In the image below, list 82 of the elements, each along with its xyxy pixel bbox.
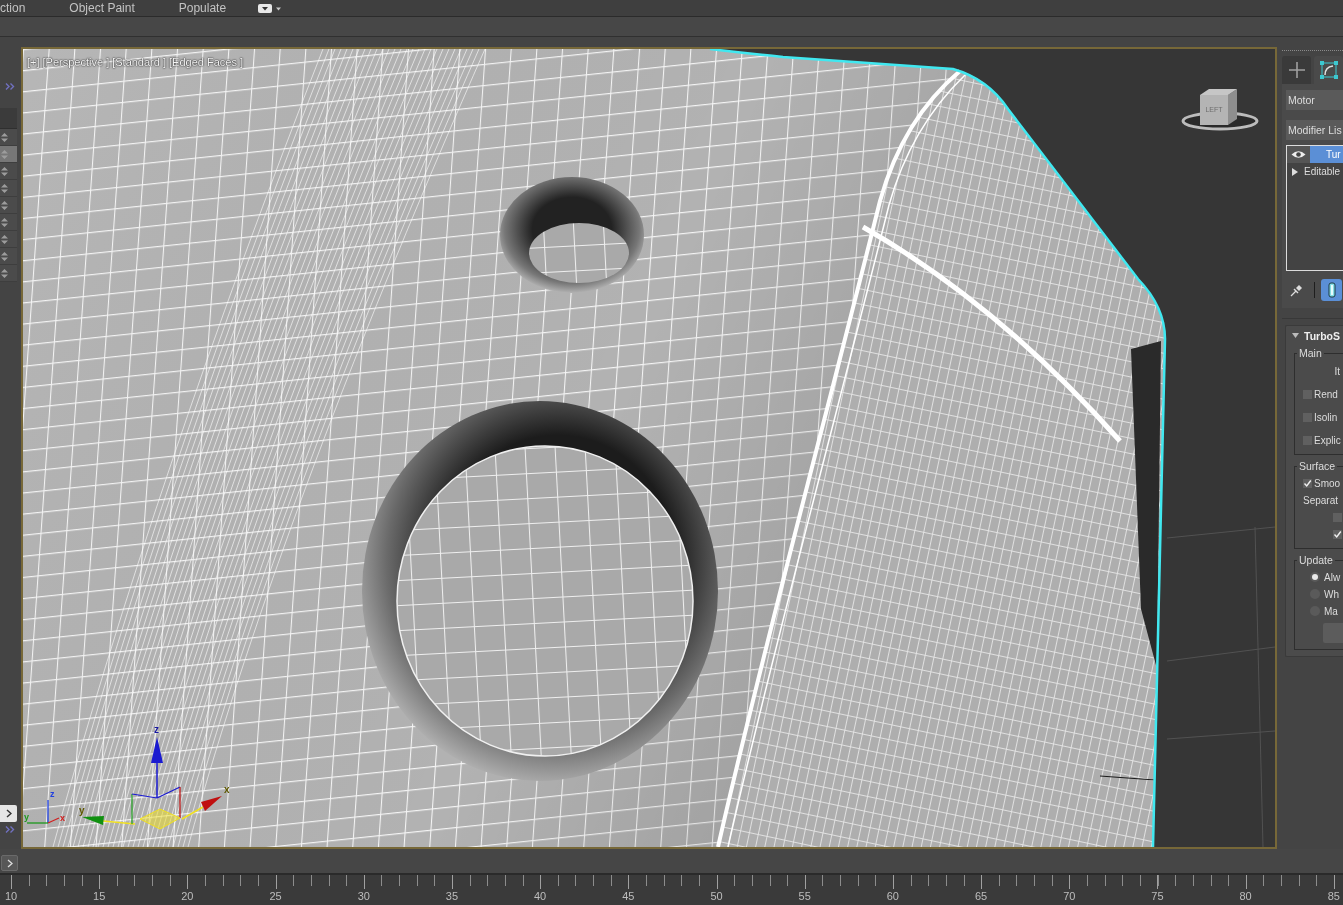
spinner-arrows-icon[interactable]: [1, 166, 8, 176]
explorer-row[interactable]: [0, 163, 17, 180]
group-title: Update: [1298, 554, 1334, 566]
double-chevron-icon[interactable]: [5, 826, 15, 833]
checkbox-label: Explic: [1314, 434, 1341, 446]
viewport-menu-label[interactable]: [Edged Faces ]: [169, 56, 243, 69]
plus-icon: [1288, 62, 1305, 78]
frame-number: 75: [1151, 890, 1164, 903]
pipe-icon: [1327, 282, 1336, 298]
explorer-row[interactable]: [0, 231, 17, 248]
spinner-arrows-icon[interactable]: [1, 251, 8, 261]
axis-label: z: [50, 789, 55, 799]
parameter-label: It: [1334, 365, 1340, 377]
frame-number: 70: [1063, 890, 1076, 903]
expand-button[interactable]: [0, 805, 17, 822]
menu-item[interactable]: ction: [0, 1, 26, 15]
frame-number: 45: [622, 890, 635, 903]
explorer-row[interactable]: [0, 180, 17, 197]
menu-item[interactable]: Populate: [178, 1, 227, 15]
eye-icon[interactable]: [1291, 150, 1306, 159]
show-end-result-button[interactable]: [1321, 279, 1342, 301]
explorer-row[interactable]: [0, 214, 17, 231]
frame-number: 10: [4, 890, 18, 903]
rollout-header[interactable]: TurboS: [1286, 326, 1343, 345]
timeline-ruler[interactable]: 10 15 20 25 30 35 40 45 50 55 60 65 70 75 80 85: [0, 873, 1343, 905]
checkbox[interactable]: [1303, 478, 1312, 488]
modifier-stack-item[interactable]: Editable: [1287, 163, 1343, 180]
frame-number: 40: [534, 890, 547, 903]
bezier-curve-icon: [1319, 61, 1338, 79]
axis-label: x: [60, 813, 65, 823]
chevron-right-icon: [5, 809, 12, 818]
double-chevron-icon[interactable]: [5, 83, 15, 90]
spinner-arrows-icon[interactable]: [1, 217, 8, 227]
gizmo-axis-label: y: [79, 805, 85, 816]
radio-label: Ma: [1324, 605, 1338, 617]
spinner-arrows-icon[interactable]: [1, 268, 8, 278]
explorer-row[interactable]: [0, 129, 17, 146]
checkbox-label: Isolin: [1314, 411, 1338, 423]
axis-label: y: [24, 812, 29, 822]
spinner-arrows-icon[interactable]: [1, 132, 8, 142]
gizmo-axis-label: z: [154, 724, 159, 735]
frame-number: 30: [357, 890, 370, 903]
radio-button[interactable]: [1310, 572, 1320, 582]
spinner-arrows-icon[interactable]: [1, 234, 8, 244]
chevron-right-icon: [6, 858, 13, 868]
frame-number: 35: [445, 890, 459, 903]
frame-number: 60: [886, 890, 899, 903]
radio-label: Alw: [1324, 571, 1341, 583]
frame-number: 65: [974, 890, 988, 903]
axis-tripod-icon: [26, 799, 60, 824]
expand-triangle-icon[interactable]: [1291, 167, 1298, 176]
pin-icon: [1289, 283, 1303, 297]
frame-number: 50: [710, 890, 723, 903]
panel-tab[interactable]: [1282, 56, 1311, 84]
group-title: Main: [1298, 347, 1323, 359]
parameter-label: Separat: [1303, 494, 1339, 506]
modifier-list-dropdown[interactable]: Modifier Lis: [1286, 120, 1343, 140]
gizmo-axis-label: x: [224, 784, 230, 795]
frame-number: 25: [269, 890, 282, 903]
frame-number: 80: [1239, 890, 1252, 903]
spinner-arrows-icon[interactable]: [1, 183, 8, 193]
explorer-row[interactable]: [0, 197, 17, 214]
checkbox[interactable]: [1333, 529, 1342, 539]
frame-number: 20: [181, 890, 194, 903]
checkbox-label: Rend: [1314, 388, 1338, 400]
frame-number: 55: [798, 890, 811, 903]
checkbox-label: Smoo: [1314, 477, 1341, 489]
explorer-row[interactable]: [0, 248, 17, 265]
frame-number: 85: [1327, 890, 1340, 903]
menu-item[interactable]: Object Paint: [69, 1, 135, 15]
collapse-triangle-icon[interactable]: [1292, 332, 1299, 339]
panel-tab[interactable]: [1314, 56, 1343, 84]
explorer-row[interactable]: [0, 146, 17, 163]
time-slider-button[interactable]: [1, 855, 18, 871]
group-title: Surface: [1298, 460, 1337, 472]
view-cube-icon[interactable]: [1181, 89, 1259, 131]
dropdown-icon[interactable]: [258, 3, 283, 13]
spinner-arrows-icon[interactable]: [1, 200, 8, 210]
object-name-field[interactable]: Motor: [1286, 90, 1343, 110]
frame-number: 15: [93, 890, 106, 903]
explorer-row[interactable]: [0, 265, 17, 282]
radio-label: Wh: [1324, 588, 1339, 600]
